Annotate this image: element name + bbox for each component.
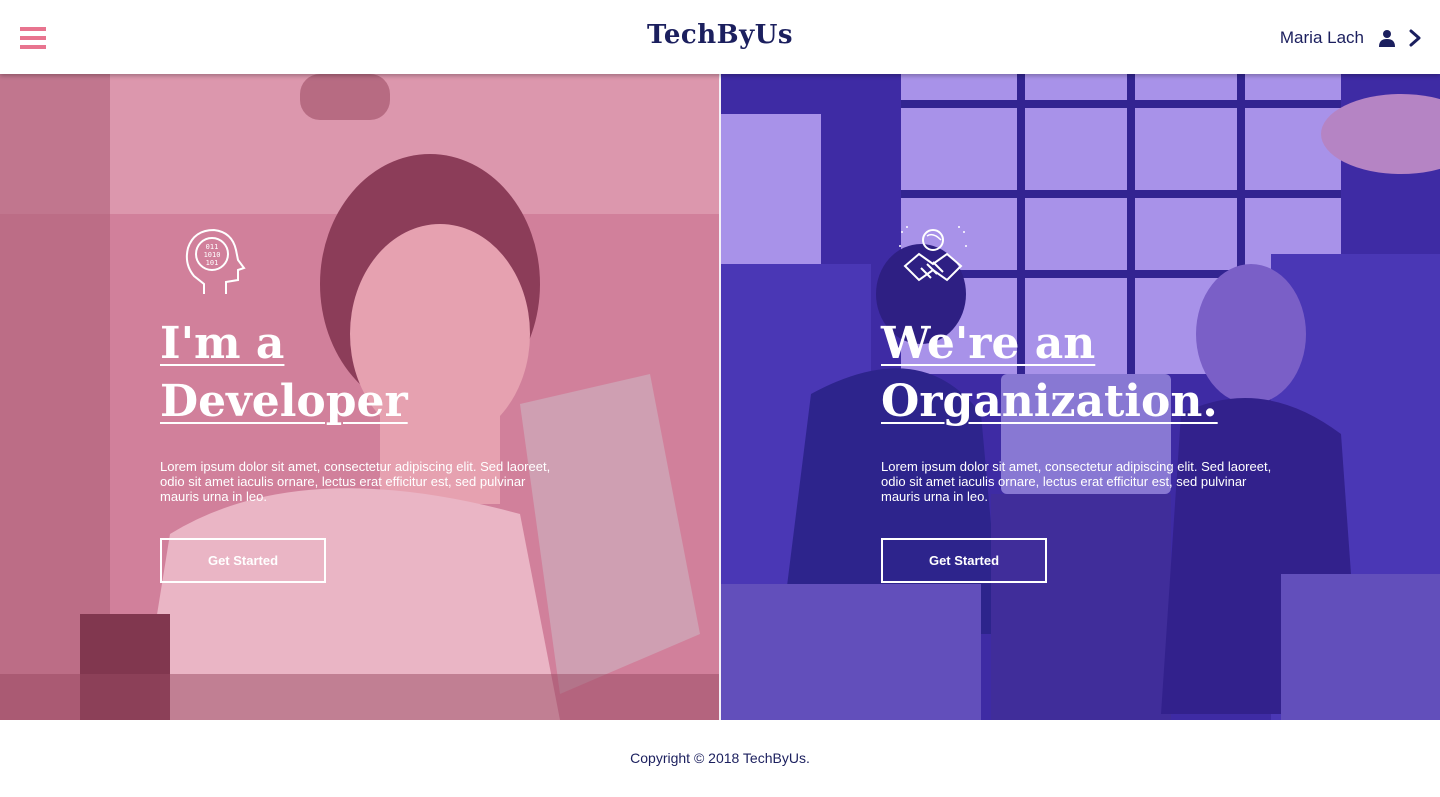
organization-title-line1[interactable]: We're an bbox=[881, 315, 1301, 373]
organization-description: Lorem ipsum dolor sit amet, consectetur … bbox=[881, 459, 1272, 504]
svg-text:1010: 1010 bbox=[204, 251, 221, 259]
copyright-text: Copyright © 2018 TechByUs. bbox=[630, 750, 810, 766]
binary-head-icon: 011 1010 101 bbox=[185, 228, 246, 294]
svg-text:101: 101 bbox=[206, 259, 219, 267]
brand-logo[interactable]: TechByUs bbox=[0, 20, 1440, 50]
handshake-person-icon bbox=[899, 226, 967, 282]
developer-title[interactable]: I'm a Developer bbox=[160, 315, 580, 431]
developer-title-line1[interactable]: I'm a bbox=[160, 315, 580, 373]
organization-panel[interactable]: We're an Organization. Lorem ipsum dolor… bbox=[721, 74, 1440, 720]
developer-get-started-button[interactable]: Get Started bbox=[160, 538, 326, 583]
developer-content: 011 1010 101 I'm a Developer Lorem ipsum… bbox=[160, 224, 580, 583]
chevron-right-icon[interactable] bbox=[1408, 29, 1422, 47]
svg-text:011: 011 bbox=[206, 243, 219, 251]
user-menu[interactable]: Maria Lach bbox=[1280, 26, 1422, 50]
user-name[interactable]: Maria Lach bbox=[1280, 28, 1364, 48]
organization-title-line2[interactable]: Organization. bbox=[881, 373, 1301, 431]
organization-get-started-button[interactable]: Get Started bbox=[881, 538, 1047, 583]
footer: Copyright © 2018 TechByUs. bbox=[0, 720, 1440, 797]
developer-panel[interactable]: 011 1010 101 I'm a Developer Lorem ipsum… bbox=[0, 74, 719, 720]
organization-content: We're an Organization. Lorem ipsum dolor… bbox=[881, 224, 1301, 583]
developer-description: Lorem ipsum dolor sit amet, consectetur … bbox=[160, 459, 551, 504]
top-navbar: TechByUs Maria Lach bbox=[0, 0, 1440, 74]
user-icon[interactable] bbox=[1378, 29, 1396, 47]
developer-title-line2[interactable]: Developer bbox=[160, 373, 580, 431]
organization-title[interactable]: We're an Organization. bbox=[881, 315, 1301, 431]
